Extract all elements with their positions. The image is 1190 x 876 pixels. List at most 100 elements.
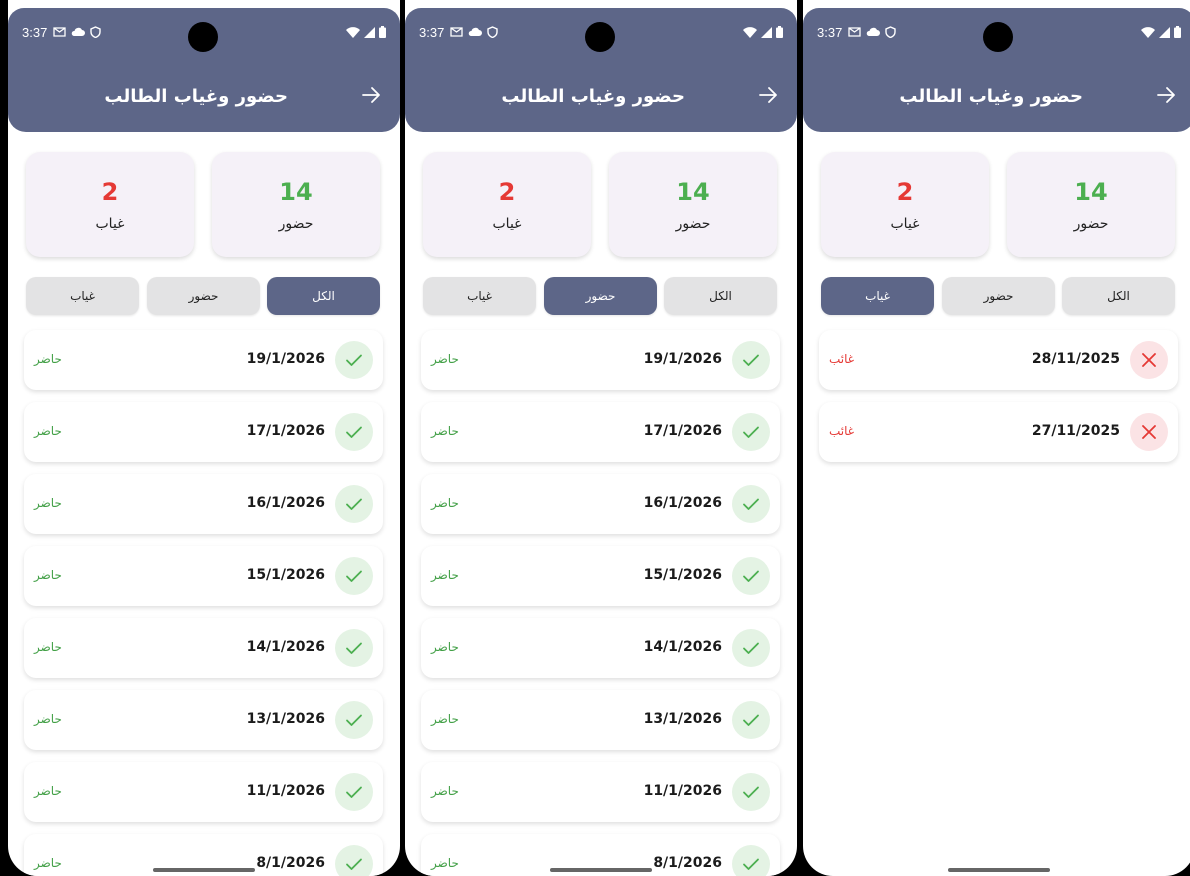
signal-icon: [364, 26, 375, 38]
cloud-icon: [72, 27, 86, 36]
attendance-date: 11/1/2026: [643, 783, 722, 799]
app-bar: 3:37 حضور وغياب الطالب: [8, 8, 400, 132]
status-badge: [335, 701, 373, 739]
attendance-row[interactable]: 11/1/2026 حاضر: [24, 762, 383, 822]
check-icon: [346, 714, 362, 726]
attendance-row[interactable]: 14/1/2026 حاضر: [421, 618, 780, 678]
camera-cutout: [585, 22, 615, 52]
attendance-date: 28/11/2025: [1031, 351, 1120, 367]
attendance-status: حاضر: [431, 712, 459, 726]
tab-all[interactable]: الكل: [664, 277, 777, 315]
status-badge: [1130, 341, 1168, 379]
status-badge: [335, 773, 373, 811]
present-label: حضور: [675, 216, 711, 232]
status-badge: [335, 557, 373, 595]
status-badge: [732, 845, 770, 876]
check-icon: [743, 642, 759, 654]
wifi-icon: [743, 26, 757, 38]
close-icon: [1142, 425, 1156, 439]
status-badge: [335, 413, 373, 451]
absent-label: غياب: [95, 216, 125, 232]
check-icon: [346, 570, 362, 582]
wifi-icon: [346, 26, 360, 38]
page-title: حضور وغياب الطالب: [501, 86, 685, 107]
check-icon: [346, 498, 362, 510]
present-count: 14: [1074, 178, 1108, 206]
attendance-row[interactable]: 15/1/2026 حاضر: [24, 546, 383, 606]
attendance-date: 11/1/2026: [246, 783, 325, 799]
attendance-row[interactable]: 17/1/2026 حاضر: [24, 402, 383, 462]
attendance-date: 13/1/2026: [643, 711, 722, 727]
check-icon: [743, 426, 759, 438]
tab-all[interactable]: الكل: [267, 277, 380, 315]
attendance-date: 17/1/2026: [643, 423, 722, 439]
home-indicator[interactable]: [153, 868, 255, 872]
absent-count: 2: [101, 178, 119, 206]
attendance-row[interactable]: 19/1/2026 حاضر: [24, 330, 383, 390]
attendance-status: غائب: [829, 424, 855, 438]
attendance-row[interactable]: 13/1/2026 حاضر: [24, 690, 383, 750]
attendance-status: حاضر: [34, 424, 62, 438]
attendance-status: حاضر: [431, 784, 459, 798]
present-count: 14: [676, 178, 710, 206]
attendance-status: حاضر: [34, 712, 62, 726]
attendance-row[interactable]: 15/1/2026 حاضر: [421, 546, 780, 606]
attendance-row[interactable]: 17/1/2026 حاضر: [421, 402, 780, 462]
camera-cutout: [188, 22, 218, 52]
status-badge: [732, 557, 770, 595]
tab-present[interactable]: حضور: [942, 277, 1055, 315]
tab-absent[interactable]: غياب: [821, 277, 934, 315]
back-arrow-icon[interactable]: [1155, 84, 1177, 106]
battery-icon: [776, 26, 783, 38]
attendance-status: حاضر: [34, 352, 62, 366]
attendance-row[interactable]: 16/1/2026 حاضر: [24, 474, 383, 534]
tab-present[interactable]: حضور: [544, 277, 657, 315]
back-arrow-icon[interactable]: [757, 84, 779, 106]
absent-count: 2: [498, 178, 516, 206]
check-icon: [346, 786, 362, 798]
camera-cutout: [983, 22, 1013, 52]
shield-icon: [90, 26, 102, 38]
attendance-row[interactable]: 28/11/2025 غائب: [819, 330, 1178, 390]
attendance-status: حاضر: [34, 568, 62, 582]
attendance-row[interactable]: 19/1/2026 حاضر: [421, 330, 780, 390]
signal-icon: [1159, 26, 1170, 38]
attendance-status: حاضر: [431, 352, 459, 366]
attendance-date: 19/1/2026: [643, 351, 722, 367]
attendance-status: حاضر: [431, 496, 459, 510]
home-indicator[interactable]: [948, 868, 1050, 872]
tab-absent[interactable]: غياب: [26, 277, 139, 315]
attendance-date: 14/1/2026: [643, 639, 722, 655]
attendance-status: حاضر: [34, 784, 62, 798]
attendance-row[interactable]: 11/1/2026 حاضر: [421, 762, 780, 822]
absent-label: غياب: [890, 216, 920, 232]
attendance-row[interactable]: 14/1/2026 حاضر: [24, 618, 383, 678]
absent-label: غياب: [492, 216, 522, 232]
status-time: 3:37: [817, 24, 843, 40]
check-icon: [743, 858, 759, 870]
phone-screen-present: 3:37 حضور وغياب الطالب 2 غياب 14 حضور الكل حضور…: [405, 0, 797, 876]
status-badge: [732, 413, 770, 451]
attendance-date: 19/1/2026: [246, 351, 325, 367]
check-icon: [743, 714, 759, 726]
check-icon: [743, 570, 759, 582]
check-icon: [346, 354, 362, 366]
attendance-date: 16/1/2026: [246, 495, 325, 511]
tab-all[interactable]: الكل: [1062, 277, 1175, 315]
home-indicator[interactable]: [550, 868, 652, 872]
status-badge: [335, 629, 373, 667]
attendance-row[interactable]: 27/11/2025 غائب: [819, 402, 1178, 462]
tab-absent[interactable]: غياب: [423, 277, 536, 315]
back-arrow-icon[interactable]: [360, 84, 382, 106]
attendance-row[interactable]: 13/1/2026 حاضر: [421, 690, 780, 750]
present-label: حضور: [278, 216, 314, 232]
attendance-date: 15/1/2026: [246, 567, 325, 583]
status-badge: [732, 773, 770, 811]
absent-count: 2: [896, 178, 914, 206]
filter-tabs: الكل حضور غياب: [26, 277, 380, 315]
present-stat-card: 14 حضور: [1007, 152, 1175, 257]
signal-icon: [761, 26, 772, 38]
tab-present[interactable]: حضور: [147, 277, 260, 315]
attendance-status: حاضر: [431, 640, 459, 654]
attendance-row[interactable]: 16/1/2026 حاضر: [421, 474, 780, 534]
